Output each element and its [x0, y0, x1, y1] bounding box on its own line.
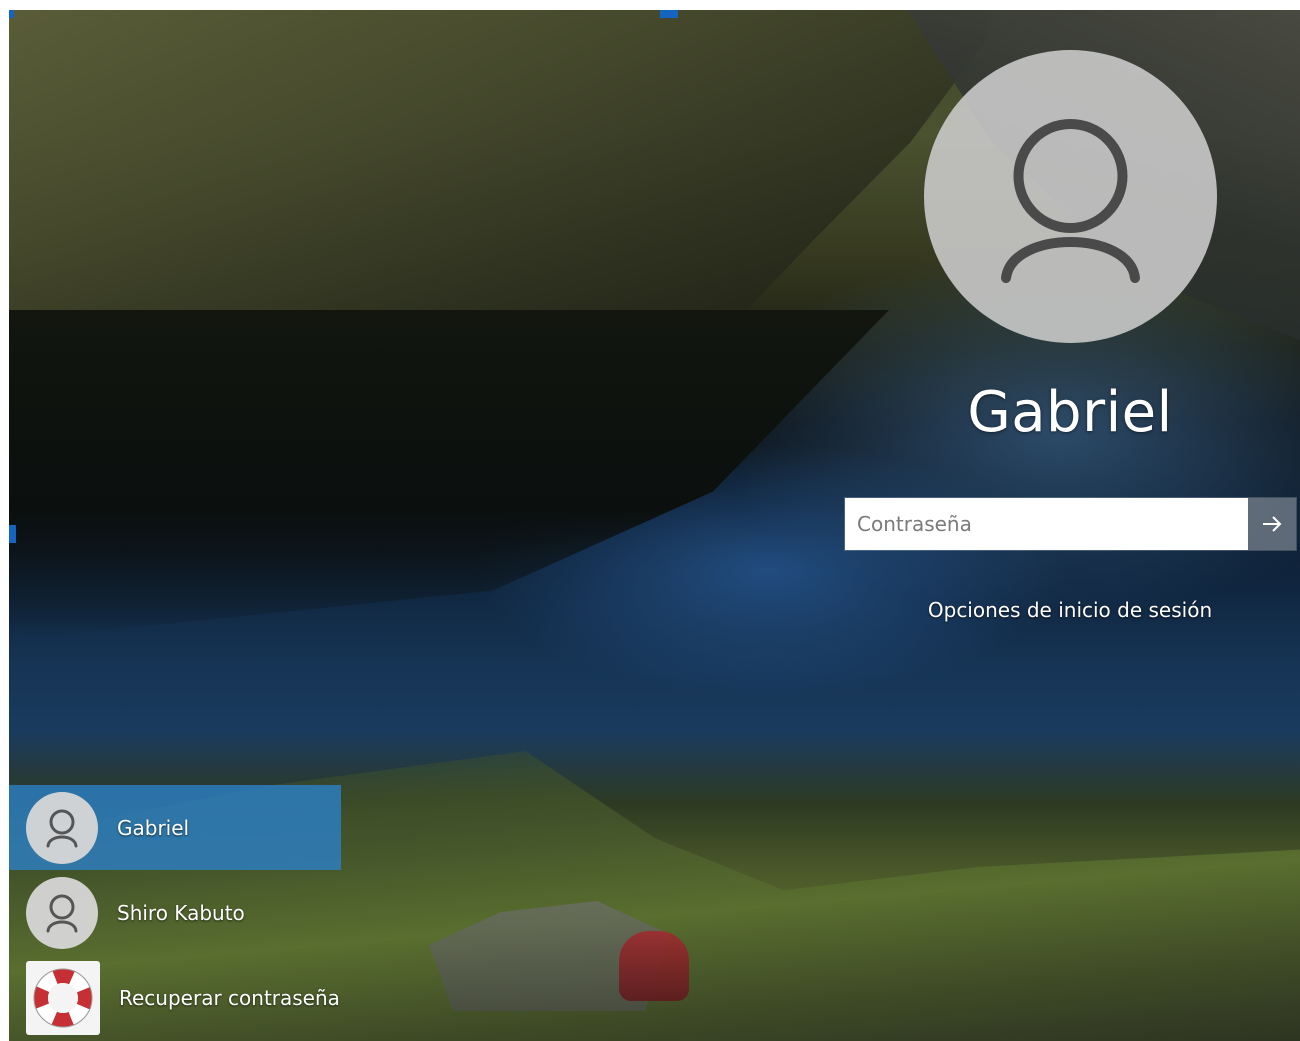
user-list: Gabriel Shiro Kabuto Recuperar contraseñ…: [9, 785, 341, 1040]
signin-options-link[interactable]: Opciones de inicio de sesión: [870, 598, 1270, 622]
selection-handle: [9, 10, 14, 18]
password-input[interactable]: [845, 498, 1248, 550]
selection-handle: [9, 525, 16, 543]
avatar: [26, 876, 98, 949]
background-backpack: [619, 931, 689, 1001]
lifebuoy-icon: [26, 960, 100, 1035]
avatar: [26, 791, 98, 864]
background-reflection: [9, 310, 889, 640]
arrow-right-icon: [1263, 516, 1282, 532]
user-list-item-label: Recuperar contraseña: [119, 985, 340, 1010]
user-list-item-label: Gabriel: [117, 815, 190, 840]
background-cliff: [9, 10, 989, 340]
user-list-item-gabriel[interactable]: Gabriel: [9, 785, 341, 870]
user-icon: [46, 894, 78, 932]
user-icon: [46, 809, 78, 847]
lock-screen-background: Gabriel Opciones de inicio de sesión Gab…: [9, 10, 1300, 1041]
user-icon: [1001, 119, 1140, 283]
password-field-group: [845, 498, 1296, 550]
user-avatar-large: [924, 50, 1217, 343]
user-list-item-label: Shiro Kabuto: [117, 900, 245, 925]
selection-handle: [660, 10, 678, 18]
user-list-item-recover-password[interactable]: Recuperar contraseña: [9, 955, 341, 1040]
selected-username: Gabriel: [967, 380, 1173, 445]
user-list-item-shiro-kabuto[interactable]: Shiro Kabuto: [9, 870, 341, 955]
submit-password-button[interactable]: [1248, 498, 1296, 550]
